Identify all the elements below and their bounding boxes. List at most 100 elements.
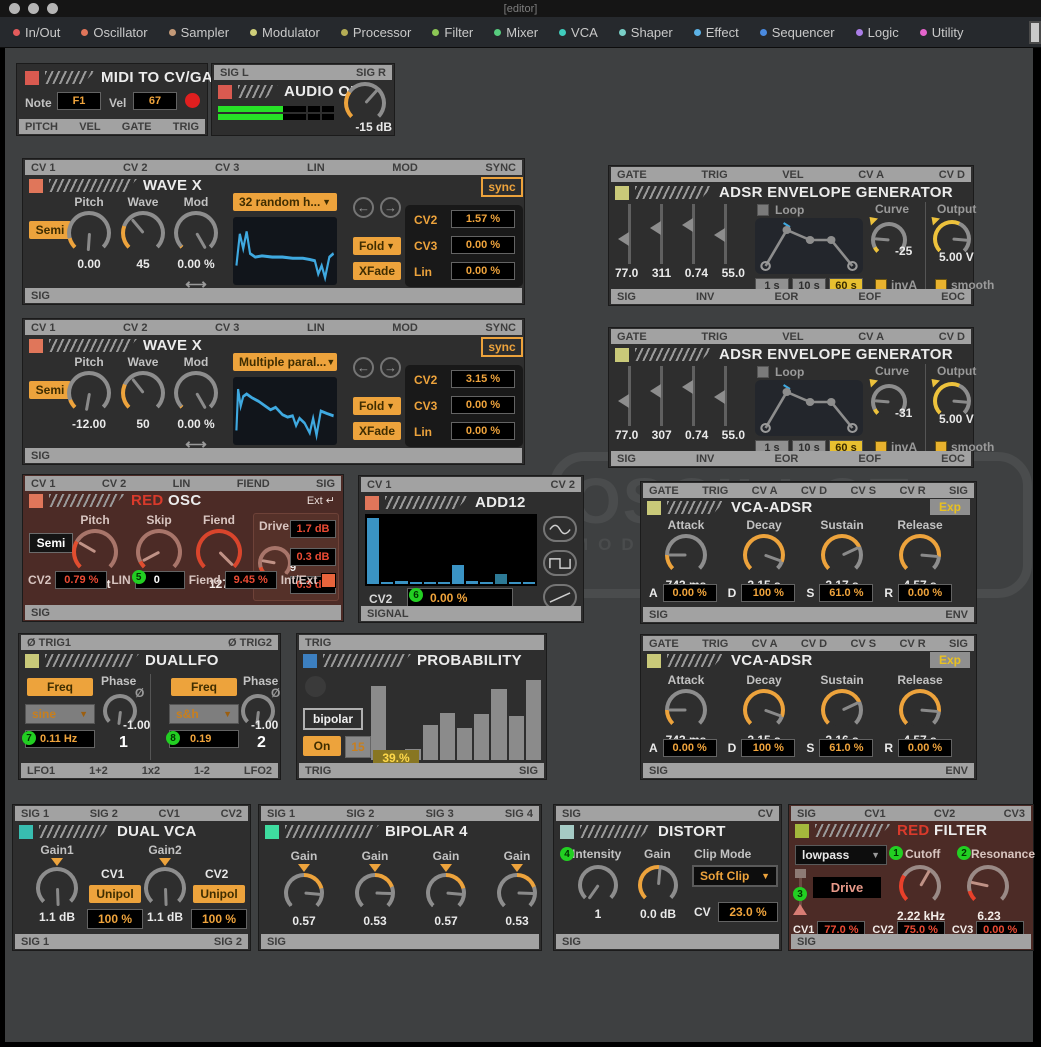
gain1-knob[interactable] xyxy=(36,867,78,909)
harmonics-display[interactable] xyxy=(365,514,537,586)
port-label[interactable]: CV R xyxy=(899,485,925,497)
cv-amount-box[interactable]: 23.0 % xyxy=(718,902,778,922)
port-label[interactable]: SIG xyxy=(617,453,636,465)
port-label[interactable]: CV 1 xyxy=(31,162,55,174)
port-label[interactable]: CV D xyxy=(801,485,827,497)
module-probability[interactable]: TRIG PROBABILITY bipolar On 15 39.% TRIG… xyxy=(296,633,547,780)
sustain-slider[interactable] xyxy=(692,366,695,426)
port-label[interactable]: CV A xyxy=(752,485,778,497)
lin-amount-box[interactable]: 0.00 % xyxy=(451,262,515,280)
module-vca-adsr-2[interactable]: GATETRIGCV ACV DCV SCV RSIG VCA-ADSR Exp… xyxy=(640,634,977,780)
port-label[interactable]: CV A xyxy=(858,169,884,181)
port-label[interactable]: MOD xyxy=(392,322,418,334)
module-distort[interactable]: SIGCV DISTORT 4 Intensity 1 Gain 0.0 dB … xyxy=(553,804,782,951)
port-label[interactable]: CV 3 xyxy=(215,322,239,334)
filter-mode-dropdown[interactable]: lowpass▼ xyxy=(795,845,887,865)
cv2-unipol-button[interactable]: Unipol xyxy=(193,885,245,903)
menu-item-logic[interactable]: Logic xyxy=(856,25,899,40)
release-knob[interactable] xyxy=(899,534,941,576)
port-label[interactable]: INV xyxy=(696,291,714,303)
wave-knob[interactable] xyxy=(121,371,165,415)
port-label[interactable]: MOD xyxy=(392,162,418,174)
port-label[interactable]: TRIG xyxy=(305,637,331,649)
port-label[interactable]: TRIG xyxy=(173,121,199,133)
decay-knob[interactable] xyxy=(743,534,785,576)
module-add12[interactable]: CV 1CV 2 ADD12 CV2 6 0.00 % SIGNAL xyxy=(358,475,584,623)
d-cv-box[interactable]: 100 % xyxy=(741,584,795,602)
exp-button[interactable]: Exp xyxy=(930,652,970,668)
port-label[interactable]: SYNC xyxy=(485,162,516,174)
port-label[interactable]: CV 1 xyxy=(367,479,391,491)
port-label[interactable]: SIG xyxy=(267,936,286,948)
port-label[interactable]: GATE xyxy=(649,638,679,650)
gain1-knob[interactable] xyxy=(284,873,324,913)
port-label[interactable]: SIG xyxy=(316,478,335,490)
prev-wave-button[interactable]: ← xyxy=(353,357,374,378)
release-knob[interactable] xyxy=(899,689,941,731)
prev-wave-button[interactable]: ← xyxy=(353,197,374,218)
s-cv-box[interactable]: 61.0 % xyxy=(819,739,873,757)
port-label[interactable]: EOF xyxy=(858,291,881,303)
sync-button[interactable]: sync xyxy=(481,337,523,357)
port-label[interactable]: EOR xyxy=(774,291,798,303)
port-label[interactable]: CV 2 xyxy=(102,478,126,490)
port-label[interactable]: SIG 3 xyxy=(426,808,454,820)
port-label[interactable]: SIGNAL xyxy=(367,608,409,620)
module-vca-adsr-1[interactable]: GATETRIGCV ACV DCV SCV RSIG VCA-ADSR Exp… xyxy=(640,481,977,624)
vel-value-box[interactable]: 67 xyxy=(133,92,177,110)
on-button[interactable]: On xyxy=(303,736,341,756)
harmonic-bars[interactable] xyxy=(367,516,535,584)
port-label[interactable]: SIG xyxy=(617,291,636,303)
decay-knob[interactable] xyxy=(743,689,785,731)
sustain-knob[interactable] xyxy=(821,689,863,731)
probability-bars[interactable] xyxy=(371,676,541,760)
sustain-knob[interactable] xyxy=(821,534,863,576)
gain2-knob[interactable] xyxy=(355,873,395,913)
module-wave-x-1[interactable]: CV 1CV 2CV 3LINMODSYNC WAVE X sync Semi … xyxy=(22,158,525,305)
menu-item-oscillator[interactable]: Oscillator xyxy=(81,25,147,40)
port-label[interactable]: CV D xyxy=(801,638,827,650)
lfo1-shape-dropdown[interactable]: sine▼ xyxy=(25,704,95,724)
sine-wave-button[interactable] xyxy=(543,516,577,542)
port-label[interactable]: TRIG xyxy=(305,765,331,777)
drive-label-box[interactable]: Drive xyxy=(813,877,881,898)
port-label[interactable]: CV D xyxy=(939,169,965,181)
port-label[interactable]: CV1 xyxy=(159,808,180,820)
module-duallfo[interactable]: Ø TRIG1Ø TRIG2 DUALLFO Freq sine▼ 7 0.11… xyxy=(18,633,281,780)
menu-item-modulator[interactable]: Modulator xyxy=(250,25,320,40)
port-label[interactable]: EOC xyxy=(941,291,965,303)
envelope-display[interactable] xyxy=(755,380,863,436)
port-label[interactable]: LFO1 xyxy=(27,765,55,777)
fold-mode-dropdown[interactable]: Fold▼ xyxy=(353,397,401,415)
slider-handle[interactable] xyxy=(618,394,629,408)
slider-handle[interactable] xyxy=(714,390,725,404)
a-cv-box[interactable]: 0.00 % xyxy=(663,584,717,602)
module-red-filter[interactable]: SIGCV1CV2CV3 RED FILTER lowpass▼ 1 Cutof… xyxy=(788,804,1034,951)
zoom-button[interactable] xyxy=(47,3,58,14)
resonance-knob[interactable] xyxy=(967,865,1009,907)
s-cv-box[interactable]: 61.0 % xyxy=(819,584,873,602)
port-label[interactable]: CV R xyxy=(899,638,925,650)
cv3-amount-box[interactable]: 0.00 % xyxy=(451,396,515,414)
fold-mode-dropdown[interactable]: Fold▼ xyxy=(353,237,401,255)
port-label[interactable]: CV3 xyxy=(1004,808,1025,820)
fiend-amount-box[interactable]: 9.45 % xyxy=(225,571,277,589)
module-audio-out[interactable]: SIG LSIG R AUDIO OUT -15 dB xyxy=(211,63,395,136)
close-button[interactable] xyxy=(9,3,20,14)
port-label[interactable]: PITCH xyxy=(25,121,58,133)
sync-button[interactable]: sync xyxy=(481,177,523,197)
next-wave-button[interactable]: → xyxy=(380,197,401,218)
port-label[interactable]: LIN xyxy=(307,322,325,334)
slider-handle[interactable] xyxy=(682,218,693,232)
port-label[interactable]: CV 2 xyxy=(123,162,147,174)
square-wave-button[interactable] xyxy=(543,550,577,576)
loop-checkbox[interactable] xyxy=(757,366,769,378)
cv2-amount-box[interactable]: 1.57 % xyxy=(451,210,515,228)
module-adsr-envelope-2[interactable]: GATETRIGVELCV ACV D ADSR ENVELOPE GENERA… xyxy=(608,327,974,468)
module-red-osc[interactable]: CV 1CV 2LINFIENDSIG RED OSC Ext ↵ Semi P… xyxy=(22,474,344,622)
slider-handle[interactable] xyxy=(650,384,661,398)
lfo2-shape-dropdown[interactable]: s&h▼ xyxy=(169,704,239,724)
port-label[interactable]: SYNC xyxy=(485,322,516,334)
minimize-button[interactable] xyxy=(28,3,39,14)
port-label[interactable]: EOF xyxy=(858,453,881,465)
